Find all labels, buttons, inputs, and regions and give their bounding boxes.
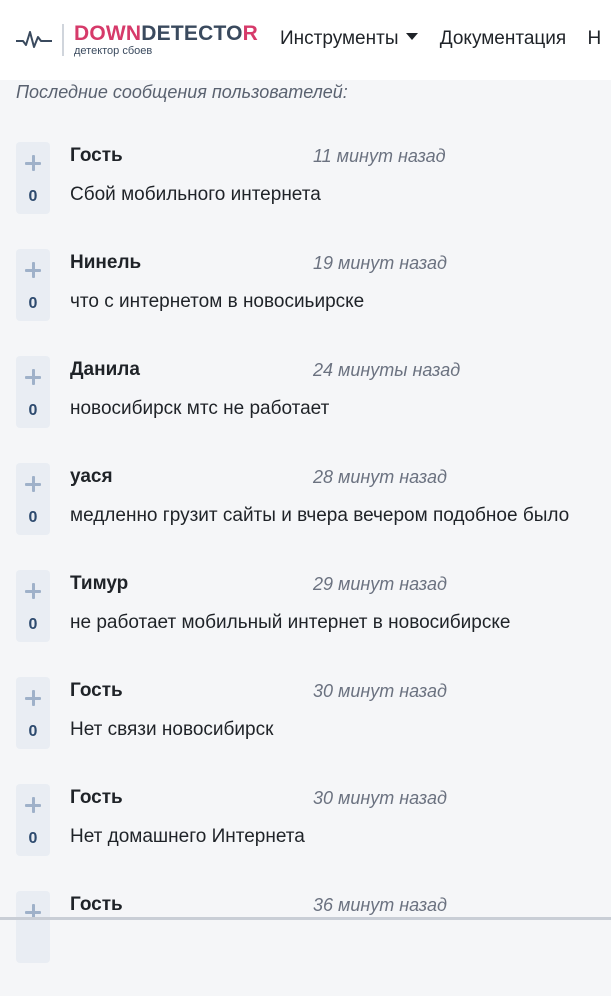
- brand-name-mid: DETECTO: [141, 22, 243, 45]
- message-author: уася: [70, 466, 113, 487]
- message-item: 0 Гость 11 минут назад Сбой мобильного и…: [0, 140, 611, 247]
- message-item: 0 Гость 30 минут назад Нет связи новосиб…: [0, 675, 611, 782]
- brand-name-end: R: [242, 22, 259, 45]
- vote-box: 0: [16, 784, 50, 856]
- vote-count: 0: [28, 830, 38, 847]
- plus-icon[interactable]: [24, 582, 42, 600]
- nav-item-docs[interactable]: Документация: [440, 28, 566, 50]
- vote-box: 0: [16, 570, 50, 642]
- messages-list: 0 Гость 11 минут назад Сбой мобильного и…: [0, 140, 611, 996]
- vote-box: [16, 891, 50, 963]
- message-author: Гость: [70, 145, 123, 166]
- vote-count: 0: [28, 295, 38, 312]
- nav-item-label: Инструменты: [280, 28, 399, 49]
- message-text: новосибирск мтс не работает: [70, 398, 330, 419]
- message-text: Нет домашнего Интернета: [70, 826, 305, 847]
- message-author: Тимур: [70, 573, 129, 594]
- message-time: 29 минут назад: [313, 574, 447, 594]
- plus-icon[interactable]: [24, 154, 42, 172]
- message-author: Гость: [70, 894, 123, 915]
- message-author: Гость: [70, 680, 123, 701]
- brand-tagline: детектор сбоев: [74, 45, 153, 57]
- message-item: 0 уася 28 минут назад медленно грузит са…: [0, 461, 611, 568]
- logo-separator: [62, 24, 64, 56]
- plus-icon[interactable]: [24, 689, 42, 707]
- message-time: 30 минут назад: [313, 788, 447, 808]
- message-text: Сбой мобильного интернета: [70, 184, 321, 205]
- message-time: 36 минут назад: [313, 895, 447, 915]
- message-item: 0 Данила 24 минуты назад новосибирск мтс…: [0, 354, 611, 461]
- message-author: Гость: [70, 787, 123, 808]
- caret-down-icon: [406, 33, 419, 41]
- vote-count: 0: [28, 723, 38, 740]
- vote-box: 0: [16, 356, 50, 428]
- nav-item-tools[interactable]: Инструменты: [280, 28, 419, 50]
- message-text: что с интернетом в новосиьирске: [70, 291, 365, 312]
- vote-box: 0: [16, 677, 50, 749]
- message-text: медленно грузит сайты и вчера вечером по…: [70, 505, 570, 526]
- message-item: 0 Тимур 29 минут назад не работает мобил…: [0, 568, 611, 675]
- main-nav: Инструменты Документация Н: [280, 28, 611, 50]
- vote-box: 0: [16, 249, 50, 321]
- message-author: Данила: [70, 359, 140, 380]
- vote-box: 0: [16, 463, 50, 535]
- vote-count: 0: [28, 188, 38, 205]
- brand: DOWNDETECTOR детектор сбоев: [74, 22, 258, 57]
- message-item: 0 Гость 30 минут назад Нет домашнего Инт…: [0, 782, 611, 889]
- message-author: Нинель: [70, 252, 142, 273]
- vote-count: 0: [28, 616, 38, 633]
- message-time: 28 минут назад: [313, 467, 447, 487]
- nav-item-label: Документация: [439, 28, 567, 49]
- message-time: 24 минуты назад: [313, 360, 461, 380]
- plus-icon[interactable]: [24, 796, 42, 814]
- nav-item-truncated[interactable]: Н: [587, 28, 601, 50]
- brand-name: DOWNDETECTOR: [74, 22, 258, 46]
- brand-name-down: DOWN: [74, 22, 142, 45]
- plus-icon[interactable]: [24, 261, 42, 279]
- message-item: Гость 36 минут назад: [0, 889, 611, 996]
- message-time: 30 минут назад: [313, 681, 447, 701]
- pulse-icon: [16, 31, 52, 48]
- site-header: DOWNDETECTOR детектор сбоев Инструменты …: [0, 0, 611, 80]
- message-text: Нет связи новосибирск: [70, 719, 274, 740]
- message-text: не работает мобильный интернет в новосиб…: [70, 612, 511, 633]
- vote-count: 0: [28, 402, 38, 419]
- message-time: 11 минут назад: [313, 146, 446, 166]
- nav-item-label: Н: [587, 28, 602, 49]
- plus-icon[interactable]: [24, 475, 42, 493]
- vote-count: 0: [28, 509, 38, 526]
- section-title: Последние сообщения пользователей:: [16, 82, 348, 102]
- plus-icon[interactable]: [24, 368, 42, 386]
- vote-box: 0: [16, 142, 50, 214]
- message-time: 19 минут назад: [313, 253, 447, 273]
- message-item: 0 Нинель 19 минут назад что с интернетом…: [0, 247, 611, 354]
